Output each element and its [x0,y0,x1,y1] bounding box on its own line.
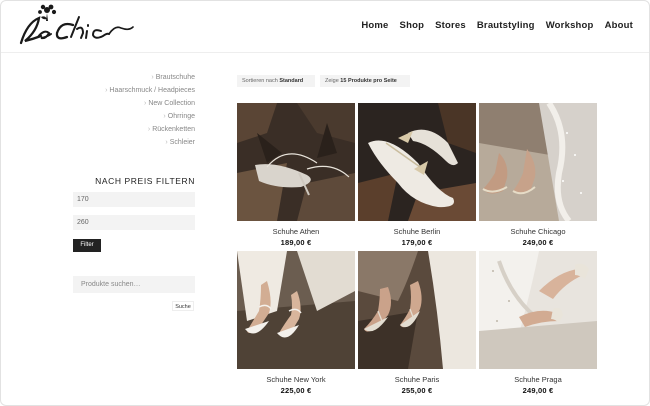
main-nav: Home Shop Stores Brautstyling Workshop A… [361,20,633,31]
product-search-input[interactable]: Produkte suchen… [73,276,195,293]
product-name: Schuhe Praga [514,375,562,384]
category-label: Schleier [169,139,195,146]
bullet-icon: › [105,87,108,94]
nav-workshop[interactable]: Workshop [546,20,594,31]
category-new-collection[interactable]: › New Collection [73,97,195,110]
product-image-chicago[interactable] [479,103,597,221]
product-card-new-york[interactable]: Schuhe New York 225,00 € [237,251,355,396]
product-card-chicago[interactable]: Schuhe Chicago 249,00 € [479,103,597,248]
nav-shop[interactable]: Shop [400,20,425,31]
sorting-bar: Sortieren nach Standard Zeige 15 Produkt… [237,75,410,87]
filter-button[interactable]: Filter [73,239,101,252]
category-rueckenketten[interactable]: › Rückenketten [73,123,195,136]
sort-select[interactable]: Sortieren nach Standard [237,75,315,87]
page-frame: Home Shop Stores Brautstyling Workshop A… [0,0,650,406]
per-page-value: 15 Produkte pro Seite [340,78,397,84]
nav-home[interactable]: Home [361,20,388,31]
product-price: 255,00 € [401,386,433,395]
max-price-input[interactable]: 260 [73,215,195,230]
product-price: 179,00 € [401,238,433,247]
product-image-athen[interactable] [237,103,355,221]
product-card-berlin[interactable]: Schuhe Berlin 179,00 € [358,103,476,248]
category-list: › Brautschuhe › Haarschmuck / Headpieces ›… [73,71,195,149]
bullet-icon: › [163,113,166,120]
site-header: Home Shop Stores Brautstyling Workshop A… [1,1,649,53]
product-name: Schuhe Chicago [510,227,566,236]
product-image-berlin[interactable] [358,103,476,221]
sort-label: Sortieren nach [242,78,278,84]
nav-brautstyling[interactable]: Brautstyling [477,20,535,31]
per-page-label: Zeige [325,78,339,84]
product-name: Schuhe Athen [272,227,320,236]
nav-stores[interactable]: Stores [435,20,466,31]
category-haarschmuck[interactable]: › Haarschmuck / Headpieces [73,84,195,97]
search-button[interactable]: Suche [172,301,194,311]
product-image-paris[interactable] [358,251,476,369]
category-brautschuhe[interactable]: › Brautschuhe [73,71,195,84]
category-label: Haarschmuck / Headpieces [109,87,195,94]
min-price-input[interactable]: 170 [73,192,195,207]
bullet-icon: › [143,100,147,107]
category-label: Ohrringe [167,113,195,120]
product-name: Schuhe Paris [394,375,440,384]
nav-about[interactable]: About [605,20,633,31]
product-price: 225,00 € [280,386,312,395]
product-card-praga[interactable]: Schuhe Praga 249,00 € [479,251,597,396]
product-price: 249,00 € [522,386,554,395]
category-label: New Collection [148,100,195,107]
product-card-athen[interactable]: Schuhe Athen 189,00 € [237,103,355,248]
per-page-select[interactable]: Zeige 15 Produkte pro Seite [320,75,410,87]
la-chic-logo[interactable] [11,3,137,49]
product-image-praga[interactable] [479,251,597,369]
price-filter-title: NACH PREIS FILTERN [95,176,195,186]
product-image-new-york[interactable] [237,251,355,369]
product-card-paris[interactable]: Schuhe Paris 255,00 € [358,251,476,396]
category-schleier[interactable]: › Schleier [73,136,195,149]
category-label: Rückenketten [152,126,195,133]
category-ohrringe[interactable]: › Ohrringe [73,110,195,123]
bullet-icon: › [151,74,154,81]
sort-value: Standard [279,78,304,84]
product-name: Schuhe Berlin [393,227,441,236]
product-price: 249,00 € [522,238,554,247]
product-price: 189,00 € [280,238,312,247]
bullet-icon: › [165,139,168,146]
shop-sidebar: › Brautschuhe › Haarschmuck / Headpieces ›… [73,71,195,311]
product-name: Schuhe New York [266,375,326,384]
bullet-icon: › [147,126,151,133]
category-label: Brautschuhe [155,74,195,81]
